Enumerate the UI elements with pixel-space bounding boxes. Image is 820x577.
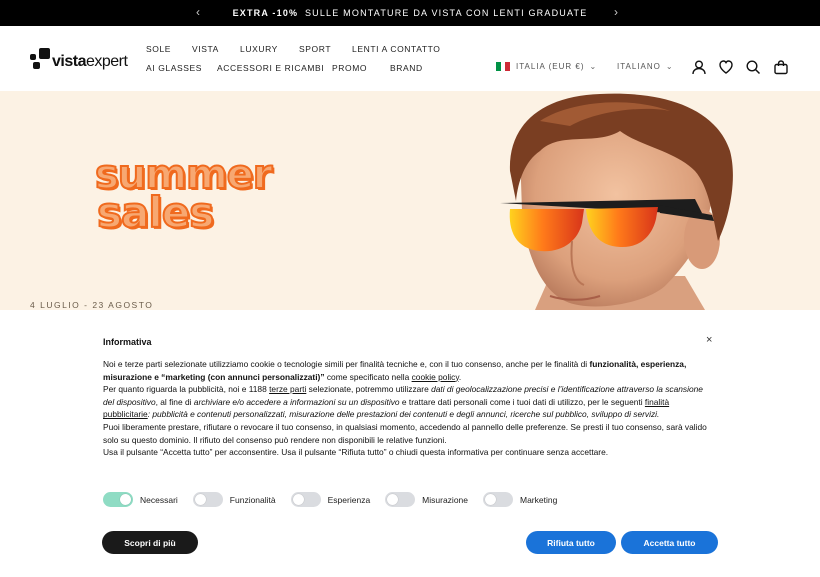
toggle-misurazione: Misurazione (385, 492, 468, 507)
chevron-down-icon: ⌄ (665, 62, 674, 71)
account-icon[interactable] (691, 59, 707, 75)
nav-item-ai-glasses[interactable]: AI GLASSES (146, 63, 202, 73)
cookie-title: Informativa (103, 337, 152, 347)
toggle-switch-esperienza[interactable] (290, 492, 321, 507)
italy-flag-icon (496, 62, 510, 71)
nav-item-sole[interactable]: SOLE (146, 44, 171, 54)
nav-item-promo[interactable]: PROMO (332, 63, 367, 73)
accept-all-button[interactable]: Accetta tutto (621, 531, 718, 554)
toggle-marketing: Marketing (483, 492, 557, 507)
toggle-switch-marketing[interactable] (483, 492, 513, 507)
toggle-switch-necessari[interactable] (103, 492, 133, 507)
search-icon[interactable] (745, 59, 761, 75)
toggle-label-esperienza: Esperienza (327, 494, 371, 505)
cookie-paragraph-2: Per quanto riguarda la pubblicità, noi e… (103, 384, 703, 420)
reject-all-button[interactable]: Rifiuta tutto (526, 531, 616, 554)
toggle-label-marketing: Marketing (520, 494, 558, 505)
cookie-dialog: Informativa × Noi e terze parti selezion… (84, 322, 734, 572)
toggle-esperienza: Esperienza (290, 492, 371, 507)
nav-item-lenti-a-contatto[interactable]: LENTI A CONTATTO (352, 44, 440, 54)
country-selector[interactable]: ITALIA (EUR €) ⌄ (496, 62, 597, 71)
cookie-text: Noi e terze parti selezionate utilizziam… (103, 358, 708, 459)
nav-item-luxury[interactable]: LUXURY (240, 44, 278, 54)
site-header: vistaexpert SOLE VISTA LUXURY SPORT LENT… (0, 26, 820, 91)
announcement-body: SULLE MONTATURE DA VISTA CON LENTI GRADU… (304, 8, 588, 18)
logo-mark (30, 48, 52, 70)
nav-item-brand[interactable]: BRAND (390, 63, 423, 73)
hero-dates: 4 LUGLIO - 23 AGOSTO (30, 300, 154, 310)
chevron-left-icon[interactable]: ‹ (196, 5, 201, 19)
chevron-down-icon: ⌄ (589, 62, 598, 71)
country-label: ITALIA (EUR €) (516, 62, 585, 71)
hero-banner[interactable]: summer sales 4 LUGLIO - 23 AGOSTO (0, 91, 820, 310)
hero-title: summer sales (94, 154, 273, 237)
announcement-highlight: EXTRA -10% (232, 8, 299, 18)
hero-title-line2: sales (96, 188, 215, 237)
toggle-label-funzionalita: Funzionalità (229, 494, 276, 505)
consent-toggles: Necessari Funzionalità Esperienza Misura… (103, 492, 572, 507)
bag-icon[interactable] (773, 59, 789, 75)
announcement-text[interactable]: EXTRA -10% SULLE MONTATURE DA VISTA CON … (233, 8, 588, 18)
logo-wordmark: vistaexpert (52, 53, 128, 70)
close-icon[interactable]: × (706, 334, 712, 346)
third-parties-link[interactable]: terze parti (269, 384, 306, 394)
hero-model-image (480, 91, 820, 310)
nav-item-sport[interactable]: SPORT (299, 44, 331, 54)
toggle-switch-funzionalita[interactable] (192, 492, 223, 507)
learn-more-button[interactable]: Scopri di più (102, 531, 198, 554)
cookie-paragraph-3: Puoi liberamente prestare, rifiutare o r… (103, 421, 707, 445)
toggle-label-necessari: Necessari (140, 494, 178, 505)
toggle-funzionalita: Funzionalità (192, 492, 276, 507)
toggle-necessari: Necessari (103, 492, 178, 507)
chevron-right-icon[interactable]: › (614, 5, 619, 19)
announcement-bar: ‹ EXTRA -10% SULLE MONTATURE DA VISTA CO… (0, 0, 820, 26)
toggle-switch-misurazione[interactable] (385, 492, 416, 507)
cookie-paragraph-1: Noi e terze parti selezionate utilizziam… (103, 359, 687, 382)
language-selector[interactable]: ITALIANO ⌄ (617, 62, 674, 71)
site-logo[interactable]: vistaexpert (30, 48, 128, 70)
nav-item-vista[interactable]: VISTA (192, 44, 219, 54)
nav-item-accessori[interactable]: ACCESSORI E RICAMBI (217, 63, 324, 73)
cookie-policy-link[interactable]: cookie policy (412, 372, 459, 382)
heart-icon[interactable] (718, 59, 734, 75)
cookie-paragraph-4: Usa il pulsante “Accetta tutto” per acco… (103, 447, 609, 458)
language-label: ITALIANO (617, 62, 661, 71)
toggle-label-misurazione: Misurazione (422, 494, 468, 505)
